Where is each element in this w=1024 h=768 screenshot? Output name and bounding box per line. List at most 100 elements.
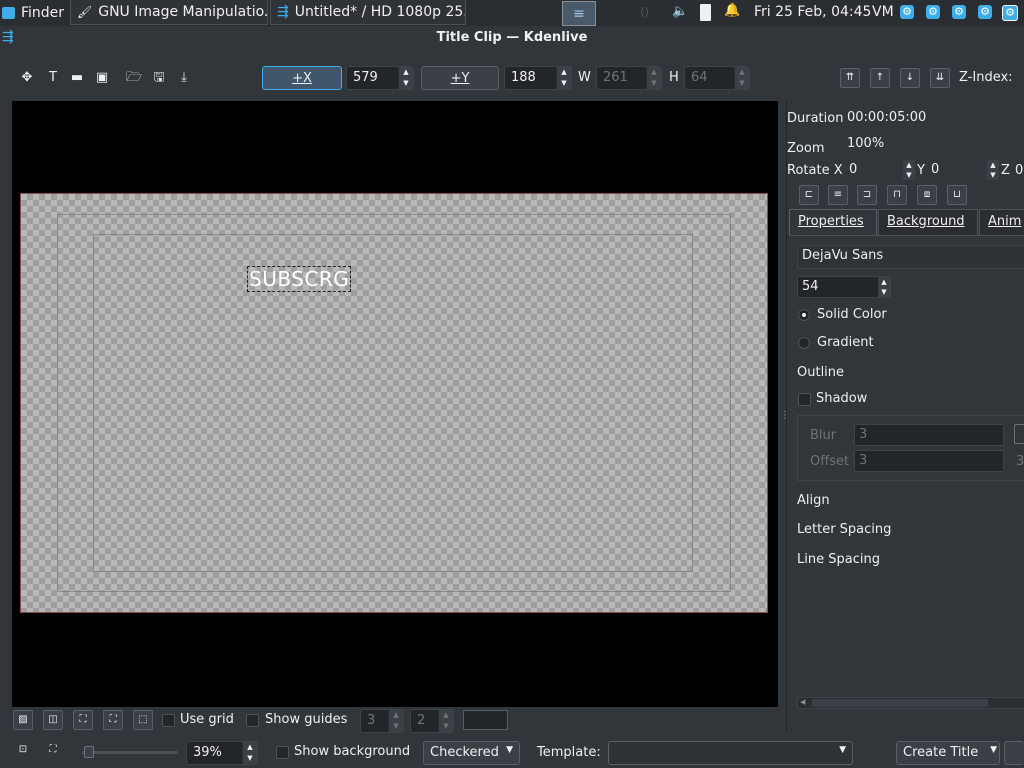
align-bottom-icon[interactable]: ⊔ bbox=[947, 185, 967, 205]
fit-all-icon[interactable]: ⛶ bbox=[103, 710, 123, 730]
blur-spin: 3 bbox=[854, 424, 1004, 446]
raise-icon[interactable]: ↑ bbox=[870, 68, 890, 88]
properties-panel: Duration 00:00:05:00 Zoom 100% Rotate X … bbox=[786, 101, 1024, 731]
show-guides-checkbox[interactable] bbox=[246, 714, 259, 727]
align-hcenter-icon[interactable]: ≡ bbox=[828, 185, 848, 205]
align-left-icon[interactable]: ⊏ bbox=[799, 185, 819, 205]
align-vcenter-icon[interactable]: ⧈ bbox=[917, 185, 937, 205]
rotate-z-value[interactable]: 0 bbox=[1015, 163, 1023, 178]
chevron-down-icon[interactable]: ▼ bbox=[990, 745, 997, 755]
shadow-label[interactable]: Shadow bbox=[816, 391, 867, 406]
create-title-button[interactable]: Create Title ▼ bbox=[896, 741, 1000, 765]
show-background-checkbox[interactable] bbox=[276, 746, 289, 759]
font-family-value: DejaVu Sans bbox=[802, 248, 884, 263]
active-window-thumb[interactable]: ≡ bbox=[562, 1, 596, 26]
zoom-spin[interactable]: 39% ▲ ▼ bbox=[186, 741, 258, 765]
lower-icon[interactable]: ↓ bbox=[900, 68, 920, 88]
h-value: 64 bbox=[691, 70, 708, 85]
volume-icon[interactable]: 🔈 bbox=[672, 4, 688, 19]
y-position-spin[interactable]: 188 ▲ ▼ bbox=[504, 66, 572, 90]
tab-animation[interactable]: Anim bbox=[979, 209, 1024, 235]
zoom-fit-icon[interactable]: ⊡ bbox=[13, 741, 33, 761]
spin-arrows-icon[interactable]: ▲ ▼ bbox=[556, 67, 571, 89]
rotate-z-label: Z bbox=[1001, 163, 1010, 178]
show-background-label[interactable]: Show background bbox=[294, 744, 410, 759]
rotate-y-spin[interactable]: 0 ▲ ▼ bbox=[927, 160, 999, 182]
tab-background[interactable]: Background bbox=[878, 209, 978, 235]
task-gimp[interactable]: 🖌 GNU Image Manipulatio... bbox=[70, 0, 268, 25]
use-grid-checkbox[interactable] bbox=[162, 714, 175, 727]
zoom-original-icon[interactable]: ⛶ bbox=[43, 741, 63, 761]
scroll-left-icon[interactable]: ◀ bbox=[800, 698, 805, 706]
tray-gear-icon[interactable]: ⚙ bbox=[926, 5, 940, 19]
duration-label: Duration bbox=[787, 111, 844, 126]
task-kdenlive-label: Untitled* / HD 1080p 25... bbox=[294, 4, 466, 20]
spin-arrows-icon[interactable]: ▲ ▼ bbox=[878, 277, 890, 297]
tab-background-label: Background bbox=[887, 214, 965, 229]
finder-label: Finder bbox=[20, 4, 64, 21]
window-title: Title Clip — Kdenlive bbox=[436, 30, 588, 45]
template-combo[interactable]: ▼ bbox=[608, 741, 853, 765]
use-grid-label[interactable]: Use grid bbox=[180, 712, 234, 727]
rotate-x-spin[interactable]: 0 ▲ ▼ bbox=[845, 160, 915, 182]
solid-color-label[interactable]: Solid Color bbox=[817, 307, 887, 322]
zoom-slider-handle[interactable] bbox=[84, 746, 94, 758]
text-tool-icon[interactable]: T bbox=[44, 69, 62, 87]
fit-selection-icon[interactable]: ⛶ bbox=[73, 710, 93, 730]
title-text-item[interactable]: SUBSCRG bbox=[247, 266, 352, 292]
tab-divider bbox=[789, 235, 1024, 236]
tray-gear-icon[interactable]: ⚙ bbox=[952, 5, 966, 19]
shadow-checkbox[interactable] bbox=[798, 393, 811, 406]
gradient-label[interactable]: Gradient bbox=[817, 335, 874, 350]
rotate-x-value: 0 bbox=[849, 162, 858, 177]
tray-gear-icon[interactable]: ⚙ bbox=[900, 5, 914, 19]
chevron-down-icon: ▼ bbox=[839, 745, 846, 755]
arrows-icon: ⟨⟩ bbox=[640, 5, 650, 19]
tray-gear-icon[interactable]: ⚙ bbox=[1002, 5, 1018, 21]
canvas-bottom-bar: ▨ ◫ ⛶ ⛶ ⬚ Use grid Show guides 3 ▲ ▼ 2 ▲ ▼ bbox=[0, 708, 786, 734]
y-origin-button[interactable]: +Y bbox=[421, 66, 499, 90]
background-mode-combo[interactable]: Checkered ▼ bbox=[423, 741, 520, 765]
clock[interactable]: Fri 25 Feb, 04:45 bbox=[754, 4, 871, 20]
spin-arrows-icon[interactable]: ▲ ▼ bbox=[903, 160, 915, 180]
rectangle-tool-icon[interactable]: ▬ bbox=[68, 69, 86, 87]
spin-arrows-icon[interactable]: ▲ ▼ bbox=[398, 67, 413, 89]
spin-arrows-icon[interactable]: ▲ ▼ bbox=[242, 742, 257, 764]
lower-bottom-icon[interactable]: ⇊ bbox=[930, 68, 950, 88]
tab-properties[interactable]: Properties bbox=[789, 209, 877, 235]
align-top-icon[interactable]: ⊓ bbox=[887, 185, 907, 205]
guides-v-spin: 2 ▲ ▼ bbox=[410, 709, 454, 733]
cancel-button[interactable] bbox=[1004, 741, 1024, 765]
save-icon[interactable]: 🖫 bbox=[150, 69, 168, 87]
select-area-icon[interactable]: ⬚ bbox=[133, 710, 153, 730]
split-view-icon[interactable]: ◫ bbox=[43, 710, 63, 730]
bell-icon[interactable]: 🔔 bbox=[724, 3, 740, 18]
battery-icon[interactable] bbox=[700, 4, 711, 21]
font-size-spin[interactable]: 54 ▲ ▼ bbox=[797, 276, 891, 298]
font-family-combo[interactable]: DejaVu Sans bbox=[797, 245, 1024, 269]
x-origin-button[interactable]: +X bbox=[262, 66, 342, 90]
scrollbar-thumb[interactable] bbox=[812, 699, 988, 707]
finder-task[interactable]: Finder bbox=[2, 0, 64, 25]
solid-color-radio[interactable] bbox=[798, 309, 810, 321]
zoom-slider[interactable] bbox=[82, 746, 178, 758]
duration-field[interactable]: 00:00:05:00 bbox=[843, 108, 1024, 130]
canvas-viewport[interactable]: SUBSCRG bbox=[12, 101, 778, 707]
open-icon[interactable]: 🗁 bbox=[125, 69, 143, 87]
image-tool-icon[interactable]: ▣ bbox=[93, 69, 111, 87]
raise-top-icon[interactable]: ⇈ bbox=[840, 68, 860, 88]
tray-gear-icon[interactable]: ⚙ bbox=[978, 5, 992, 19]
select-tool-icon[interactable]: ✥ bbox=[18, 69, 36, 87]
title-canvas[interactable]: SUBSCRG bbox=[20, 193, 768, 613]
gradient-radio[interactable] bbox=[798, 337, 810, 349]
add-image-icon[interactable]: ▨ bbox=[13, 710, 33, 730]
task-kdenlive[interactable]: ⇶ Untitled* / HD 1080p 25... bbox=[270, 0, 466, 25]
show-guides-label[interactable]: Show guides bbox=[265, 712, 347, 727]
zoom-field[interactable]: 100% bbox=[843, 134, 1024, 156]
spin-arrows-icon[interactable]: ▲ ▼ bbox=[987, 160, 999, 180]
x-position-spin[interactable]: 579 ▲ ▼ bbox=[346, 66, 414, 90]
download-icon[interactable]: ⤓ bbox=[175, 69, 193, 87]
horizontal-scrollbar[interactable]: ◀ bbox=[797, 697, 1024, 709]
line-spacing-label: Line Spacing bbox=[797, 552, 880, 567]
align-right-icon[interactable]: ⊐ bbox=[857, 185, 877, 205]
